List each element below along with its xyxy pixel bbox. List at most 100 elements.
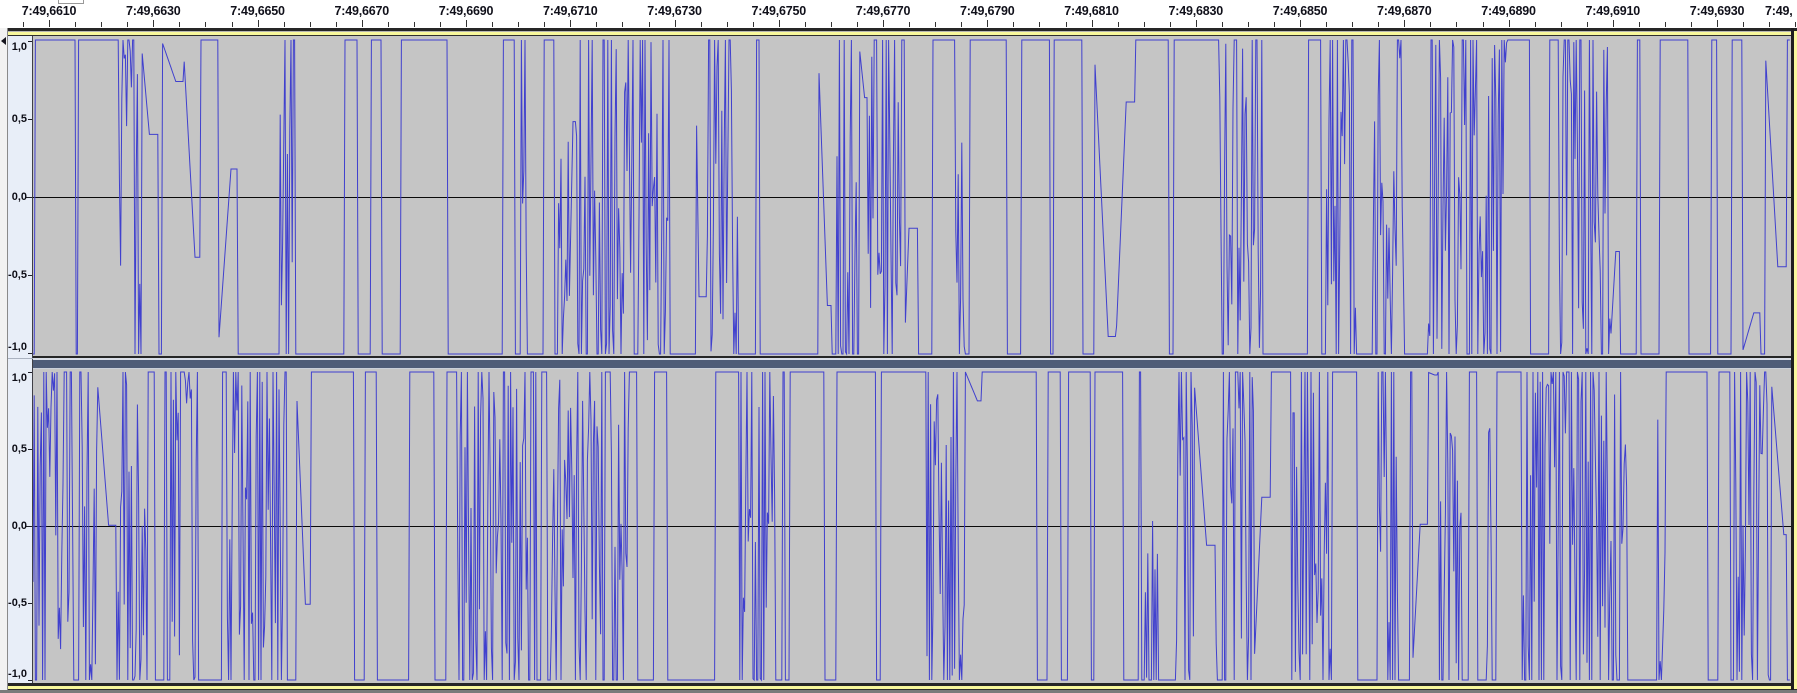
timeline-tick [205,22,206,27]
timeline-tick [987,20,988,27]
timeline-tick [310,22,311,27]
timeline-tick [1743,22,1744,27]
timeline-tick [23,22,24,27]
timeline-tick [1066,22,1067,27]
vertical-ruler-label: 0,0 [12,521,27,531]
waveform-channel-2[interactable] [33,369,1791,683]
timeline-tick [909,22,910,27]
timeline-tick [1248,22,1249,27]
timeline-label: 7:49,6890 [1481,4,1536,18]
vertical-ruler-label: 0,0 [12,192,27,202]
timeline-tick [1274,22,1275,27]
vertical-ruler-label: -1,0 [8,342,27,352]
timeline-label: 7:49,6630 [126,4,181,18]
timeline-tick [232,22,233,27]
timeline-tick [336,22,337,27]
timeline-tick [492,22,493,27]
vertical-ruler-tick [28,41,32,42]
timeline-tick [518,22,519,27]
timeline-tick [883,20,884,27]
timeline-label: 7:49,6770 [856,4,911,18]
timeline-tick [1092,20,1093,27]
timeline-label: 7:49,6670 [335,4,390,18]
vertical-ruler-label: 0,5 [12,114,27,124]
track-panel-edge[interactable] [0,28,8,690]
timeline-tick [727,22,728,27]
cropped-toolbar-fragment [58,0,84,4]
timeline-tick [857,22,858,27]
vertical-ruler-label: 1,0 [12,373,27,383]
timeline-tick [779,20,780,27]
timeline-tick [1717,20,1718,27]
timeline-tick [179,22,180,27]
timeline-label: 7:49,6910 [1586,4,1641,18]
vertical-ruler-label: -1,0 [8,669,27,679]
timeline-tick [466,20,467,27]
vertical-ruler-tick [28,372,32,373]
timeline-tick [49,20,50,27]
channel-separator-handle[interactable] [33,356,1791,369]
timeline-tick [153,20,154,27]
timeline-tick [753,22,754,27]
timeline-tick [1196,20,1197,27]
timeline-tick [1170,22,1171,27]
timeline-tick [1665,22,1666,27]
timeline-tick [1118,22,1119,27]
timeline-tick [414,22,415,27]
timeline-tick [1013,22,1014,27]
timeline-label: 7:49,6650 [230,4,285,18]
timeline-label: 7:49,6710 [543,4,598,18]
timeline-tick [596,22,597,27]
timeline-tick [1795,22,1796,27]
timeline-tick [675,20,676,27]
timeline-tick [570,20,571,27]
vertical-ruler-label: -0,5 [8,598,27,608]
vertical-ruler-label: 0,5 [12,444,27,454]
timeline-tick [1222,22,1223,27]
timeline-tick [1430,22,1431,27]
timeline-tick [1300,20,1301,27]
timeline-tick [1326,22,1327,27]
vertical-ruler-tick [28,449,32,450]
timeline-label: 7:49, [1765,4,1793,18]
timeline-tick [440,22,441,27]
timeline-tick [1561,22,1562,27]
timeline-label: 7:49,6810 [1064,4,1119,18]
timeline-label: 7:49,6930 [1690,4,1745,18]
timeline-tick [1378,22,1379,27]
timeline-tick [649,22,650,27]
waveform-channel-1[interactable] [33,36,1791,356]
timeline-tick [1144,22,1145,27]
timeline-label: 7:49,6830 [1169,4,1224,18]
waveform-plot-channel-1 [33,36,1791,356]
timeline-tick [362,20,363,27]
audio-track: 1,00,50,0-0,5-1,01,00,50,0-0,5-1,0 [8,28,1797,690]
separator-bottom-line [33,368,1791,369]
audio-editor-screen: 7:49,66107:49,66307:49,66507:49,66707:49… [0,0,1797,693]
vertical-ruler-tick [28,353,32,354]
timeline-tick [258,20,259,27]
timeline-label: 7:49,6870 [1377,4,1432,18]
timeline-tick [1352,22,1353,27]
timeline-label: 7:49,6690 [439,4,494,18]
timeline-label: 7:49,6790 [960,4,1015,18]
timeline-tick [127,22,128,27]
vertical-ruler-tick [28,119,32,120]
timeline-tick [831,22,832,27]
timeline-tick [1587,22,1588,27]
vertical-ruler-tick [28,680,32,681]
timeline-tick [75,22,76,27]
timeline-label: 7:49,6730 [647,4,702,18]
timeline-tick [805,22,806,27]
vertical-ruler[interactable]: 1,00,50,0-0,5-1,01,00,50,0-0,5-1,0 [8,36,33,683]
vertical-ruler-tick [28,603,32,604]
timeline-tick [961,22,962,27]
timeline-tick [388,22,389,27]
collapse-arrow-icon [1,37,6,45]
timeline-tick [935,22,936,27]
timeline-tick [1456,22,1457,27]
timeline-tick [622,22,623,27]
timeline-ruler[interactable]: 7:49,66107:49,66307:49,66507:49,66707:49… [0,0,1797,28]
timeline-label: 7:49,6750 [752,4,807,18]
timeline-label: 7:49,6850 [1273,4,1328,18]
